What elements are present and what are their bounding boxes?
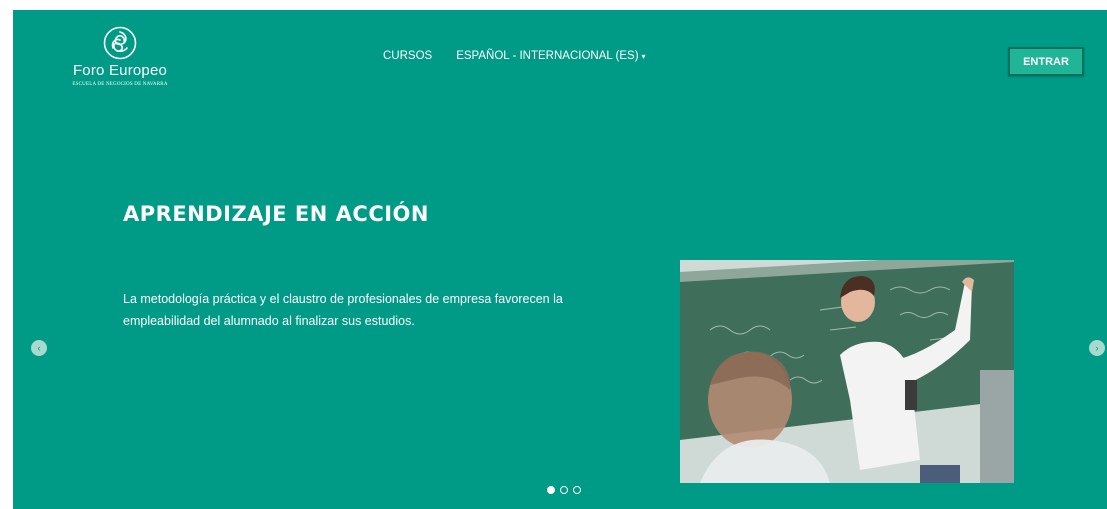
- hero-section: Foro Europeo ESCUELA DE NEGOCIOS DE NAVA…: [13, 10, 1107, 509]
- carousel-next-button[interactable]: ›: [1089, 340, 1105, 356]
- brand-subtitle: ESCUELA DE NEGOCIOS DE NAVARRA: [72, 82, 168, 87]
- language-dropdown[interactable]: ESPAÑOL - INTERNACIONAL (ES) ▾: [456, 50, 645, 62]
- chevron-right-icon: ›: [1095, 342, 1099, 353]
- login-button[interactable]: ENTRAR: [1008, 47, 1084, 76]
- chevron-left-icon: ‹: [37, 342, 41, 353]
- slide-description: La metodología práctica y el claustro de…: [123, 292, 563, 328]
- carousel-dot-2[interactable]: [560, 486, 568, 494]
- language-label: ESPAÑOL - INTERNACIONAL (ES): [456, 50, 639, 62]
- knot-logo-icon: [103, 26, 137, 60]
- carousel-dot-1[interactable]: [547, 486, 555, 494]
- carousel-indicators: [547, 486, 581, 494]
- carousel-prev-button[interactable]: ‹: [31, 340, 47, 356]
- slide-title: APRENDIZAJE EN ACCIÓN: [123, 202, 429, 226]
- brand-name: Foro Europeo: [72, 62, 168, 79]
- brand-logo[interactable]: Foro Europeo ESCUELA DE NEGOCIOS DE NAVA…: [55, 26, 185, 106]
- chevron-down-icon: ▾: [641, 52, 646, 61]
- main-nav: CURSOS ESPAÑOL - INTERNACIONAL (ES) ▾: [383, 50, 646, 62]
- nav-courses-link[interactable]: CURSOS: [383, 50, 432, 62]
- carousel-dot-3[interactable]: [573, 486, 581, 494]
- slide-image: [680, 260, 1014, 483]
